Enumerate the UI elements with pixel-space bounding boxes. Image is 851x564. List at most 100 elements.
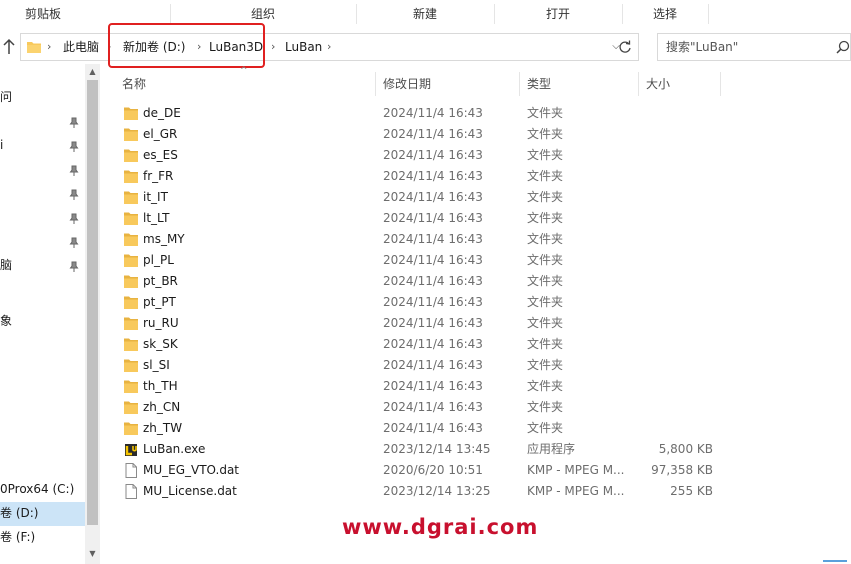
file-name: ru_RU [143,316,179,330]
file-icon [125,463,137,478]
pin-icon[interactable] [68,165,80,177]
file-size [620,103,713,124]
sidebar-item[interactable]: 问 [0,86,12,108]
file-row[interactable]: sl_SI 2024/11/4 16:43 文件夹 [100,355,851,376]
file-date: 2024/11/4 16:43 [383,253,483,267]
search-icon[interactable] [836,40,850,54]
search-input[interactable] [666,34,826,60]
file-row[interactable]: de_DE 2024/11/4 16:43 文件夹 [100,103,851,124]
column-header-type[interactable]: 类型 [527,70,551,98]
file-row[interactable]: es_ES 2024/11/4 16:43 文件夹 [100,145,851,166]
file-row[interactable]: zh_TW 2024/11/4 16:43 文件夹 [100,418,851,439]
column-divider[interactable] [375,72,376,96]
file-row[interactable]: zh_CN 2024/11/4 16:43 文件夹 [100,397,851,418]
ribbon-group-select[interactable]: 选择 [623,0,707,28]
file-type: 文件夹 [527,316,564,330]
breadcrumb-luban[interactable]: LuBan [285,34,322,60]
column-divider[interactable] [638,72,639,96]
file-type: 文件夹 [527,358,564,372]
folder-icon [124,170,138,183]
column-divider[interactable] [519,72,520,96]
file-row[interactable]: pt_PT 2024/11/4 16:43 文件夹 [100,292,851,313]
pin-icon[interactable] [68,213,80,225]
refresh-icon [619,40,631,53]
file-name: sl_SI [143,358,170,372]
folder-icon [124,422,138,435]
chevron-right-icon[interactable]: › [47,34,51,60]
column-header-name[interactable]: 名称 [122,70,146,98]
file-row[interactable]: MU_License.dat 2023/12/14 13:25 KMP - MPEG… [100,481,851,502]
file-row[interactable]: el_GR 2024/11/4 16:43 文件夹 [100,124,851,145]
sidebar-drive-c[interactable]: 0Prox64 (C:) [0,478,74,500]
breadcrumb-this-pc[interactable]: 此电脑 [63,34,99,60]
file-row[interactable]: sk_SK 2024/11/4 16:43 文件夹 [100,334,851,355]
folder-icon [27,42,41,53]
file-size [620,397,713,418]
file-row[interactable]: fr_FR 2024/11/4 16:43 文件夹 [100,166,851,187]
chevron-right-icon[interactable]: › [271,34,275,60]
file-row[interactable]: it_IT 2024/11/4 16:43 文件夹 [100,187,851,208]
file-type: KMP - MPEG M... [527,463,625,477]
pin-icon[interactable] [68,141,80,153]
pin-icon[interactable] [68,117,80,129]
file-type: 文件夹 [527,421,564,435]
file-date: 2023/12/14 13:25 [383,484,491,498]
file-row[interactable]: pt_BR 2024/11/4 16:43 文件夹 [100,271,851,292]
file-size [620,124,713,145]
sidebar-item[interactable]: 象 [0,310,12,332]
up-arrow-icon[interactable] [2,38,16,56]
file-type: 文件夹 [527,169,564,183]
file-size [620,229,713,250]
file-row[interactable]: ms_MY 2024/11/4 16:43 文件夹 [100,229,851,250]
folder-icon [124,275,138,288]
file-row[interactable]: LuBan.exe 2023/12/14 13:45 应用程序 5,800 KB [100,439,851,460]
column-header-date[interactable]: 修改日期 [383,70,431,98]
file-name: sk_SK [143,337,178,351]
scroll-down-icon[interactable]: ▼ [85,548,100,560]
file-date: 2024/11/4 16:43 [383,274,483,288]
sidebar-drive-d[interactable]: 卷 (D:) [0,502,38,524]
file-size: 97,358 KB [651,463,713,477]
file-type: 文件夹 [527,274,564,288]
file-row[interactable]: MU_EG_VTO.dat 2020/6/20 10:51 KMP - MPEG M… [100,460,851,481]
file-type: 文件夹 [527,190,564,204]
file-size [620,250,713,271]
file-row[interactable]: th_TH 2024/11/4 16:43 文件夹 [100,376,851,397]
sidebar-item[interactable]: i [0,134,3,156]
scrollbar-thumb[interactable] [87,80,98,525]
column-header-size[interactable]: 大小 [646,70,670,98]
file-name: ms_MY [143,232,185,246]
sidebar-drive-f[interactable]: 卷 (F:) [0,526,35,548]
sidebar-scrollbar[interactable]: ▲ ▼ [85,64,100,564]
scroll-up-icon[interactable]: ▲ [85,66,100,78]
ribbon-group-open[interactable]: 打开 [495,0,621,28]
file-name: it_IT [143,190,168,204]
file-name: th_TH [143,379,178,393]
search-box[interactable] [657,33,851,61]
watermark-text: www.dgrai.com [342,515,539,539]
sidebar-item[interactable]: 脑 [0,254,12,276]
chevron-right-icon[interactable]: › [327,34,331,60]
navigation-pane: 问 i 脑 象 0Prox64 (C:) 卷 (D:) 卷 (F:) ▲ ▼ [0,64,100,564]
folder-icon [124,317,138,330]
column-divider[interactable] [720,72,721,96]
file-name: pt_BR [143,274,178,288]
file-row[interactable]: lt_LT 2024/11/4 16:43 文件夹 [100,208,851,229]
pin-icon[interactable] [68,261,80,273]
refresh-button[interactable] [611,33,639,61]
file-name: de_DE [143,106,181,120]
file-name: pl_PL [143,253,174,267]
pin-icon[interactable] [68,189,80,201]
file-type: 文件夹 [527,400,564,414]
file-row[interactable]: pl_PL 2024/11/4 16:43 文件夹 [100,250,851,271]
ribbon-group-clipboard[interactable]: 剪贴板 [0,0,86,28]
sort-ascending-icon: ^ [240,66,248,76]
file-date: 2024/11/4 16:43 [383,148,483,162]
file-date: 2020/6/20 10:51 [383,463,483,477]
folder-icon [124,149,138,162]
file-row[interactable]: ru_RU 2024/11/4 16:43 文件夹 [100,313,851,334]
pin-icon[interactable] [68,237,80,249]
file-type: 文件夹 [527,211,564,225]
folder-icon [124,254,138,267]
ribbon-group-new[interactable]: 新建 [357,0,493,28]
